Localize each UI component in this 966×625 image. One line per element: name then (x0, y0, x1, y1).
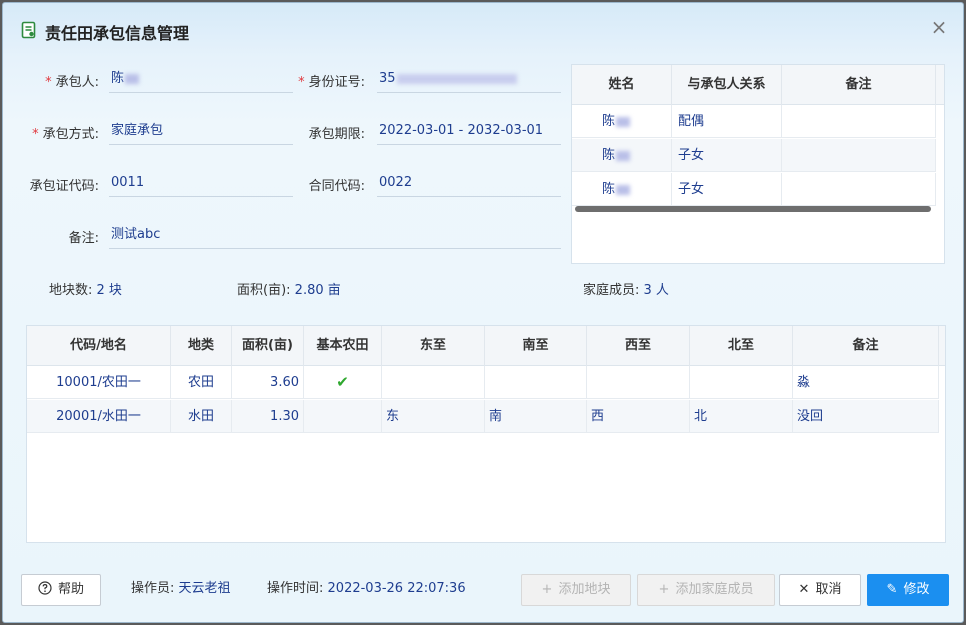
land-remark: 没回 (793, 400, 939, 433)
add-plot-button[interactable]: + 添加地块 (521, 574, 631, 606)
member-name: 陈 (572, 139, 672, 172)
pencil-icon: ✎ (886, 582, 898, 597)
contractor-field[interactable]: 陈 (109, 65, 293, 93)
id-number-label: * 身份证号: (298, 75, 365, 90)
land-south (485, 366, 587, 399)
members-grid-header: 姓名 与承包人关系 备注 (572, 65, 944, 105)
close-icon: ✕ (798, 582, 810, 597)
basic-farmland-check (304, 400, 382, 433)
contract-code-label: 合同代码: (308, 179, 365, 194)
member-relation: 配偶 (672, 105, 782, 138)
member-remark (782, 139, 936, 172)
cert-code-field[interactable]: 0011 (109, 169, 293, 197)
member-remark (782, 173, 936, 206)
column-header-remark[interactable]: 备注 (793, 326, 939, 366)
help-button[interactable]: 帮助 (21, 574, 101, 606)
member-relation: 子女 (672, 173, 782, 206)
column-header-name[interactable]: 姓名 (572, 65, 672, 105)
remark-field[interactable]: 测试abc (109, 221, 561, 249)
cancel-button[interactable]: ✕ 取消 (779, 574, 861, 606)
edit-button[interactable]: ✎ 修改 (867, 574, 949, 606)
add-family-member-button[interactable]: + 添加家庭成员 (637, 574, 775, 606)
member-name: 陈 (572, 105, 672, 138)
cert-code-label: 承包证代码: (29, 179, 99, 194)
family-count-summary: 家庭成员: 3 人 (583, 283, 669, 298)
land-remark: 淼 (793, 366, 939, 399)
method-label: * 承包方式: (32, 127, 99, 142)
contract-dialog: 责任田承包信息管理 × * 承包人: 陈 * 身份证号: 35 * 承包方式: 家庭承… (2, 2, 964, 623)
land-west: 西 (587, 400, 690, 433)
dialog-footer: 帮助 操作员: 天云老祖 操作时间: 2022-03-26 22:07:36 +… (3, 569, 963, 613)
land-type: 水田 (171, 400, 232, 433)
remark-label: 备注: (68, 231, 99, 246)
land-north (690, 366, 793, 399)
column-header-west[interactable]: 西至 (587, 326, 690, 366)
land-plots-grid: 代码/地名 地类 面积(亩) 基本农田 东至 南至 西至 北至 备注 10001… (26, 325, 946, 543)
column-header-code[interactable]: 代码/地名 (27, 326, 171, 366)
land-west (587, 366, 690, 399)
member-row[interactable]: 陈 子女 (572, 173, 936, 206)
land-east: 东 (382, 400, 485, 433)
column-header-north[interactable]: 北至 (690, 326, 793, 366)
column-header-remark[interactable]: 备注 (782, 65, 936, 105)
document-icon (21, 21, 36, 39)
help-circle-icon (38, 581, 52, 595)
dialog-title: 责任田承包信息管理 (45, 24, 190, 43)
plot-count-summary: 地块数: 2 块 (49, 283, 122, 298)
checkmark-icon: ✔ (336, 373, 349, 391)
contractor-label: * 承包人: (45, 75, 99, 90)
close-icon[interactable]: × (929, 17, 949, 37)
column-header-south[interactable]: 南至 (485, 326, 587, 366)
land-code: 10001/农田一 (27, 366, 171, 399)
id-number-field[interactable]: 35 (377, 65, 561, 93)
land-row[interactable]: 10001/农田一 农田 3.60 ✔ 淼 (27, 366, 939, 399)
land-row[interactable]: 20001/水田一 水田 1.30 东 南 西 北 没回 (27, 400, 939, 433)
period-label: 承包期限: (308, 127, 365, 142)
land-area: 3.60 (232, 366, 304, 399)
land-east (382, 366, 485, 399)
family-members-grid: 姓名 与承包人关系 备注 陈 配偶 陈 子女 陈 子女 (571, 64, 945, 264)
column-header-east[interactable]: 东至 (382, 326, 485, 366)
member-relation: 子女 (672, 139, 782, 172)
member-remark (782, 105, 936, 138)
member-row[interactable]: 陈 配偶 (572, 105, 936, 138)
column-header-relation[interactable]: 与承包人关系 (672, 65, 782, 105)
basic-farmland-check: ✔ (304, 366, 382, 399)
land-area: 1.30 (232, 400, 304, 433)
operation-time-info: 操作时间: 2022-03-26 22:07:36 (267, 581, 466, 596)
operator-info: 操作员: 天云老祖 (131, 581, 231, 596)
period-field[interactable]: 2022-03-01 - 2032-03-01 (377, 117, 561, 145)
plus-icon: + (541, 582, 553, 597)
land-north: 北 (690, 400, 793, 433)
plus-icon: + (658, 582, 670, 597)
member-row[interactable]: 陈 子女 (572, 139, 936, 172)
member-name: 陈 (572, 173, 672, 206)
area-summary: 面积(亩): 2.80 亩 (237, 283, 341, 298)
land-code: 20001/水田一 (27, 400, 171, 433)
method-field[interactable]: 家庭承包 (109, 117, 293, 145)
column-header-basic[interactable]: 基本农田 (304, 326, 382, 366)
land-type: 农田 (171, 366, 232, 399)
horizontal-scrollbar[interactable] (575, 206, 931, 212)
column-header-area[interactable]: 面积(亩) (232, 326, 304, 366)
land-grid-header: 代码/地名 地类 面积(亩) 基本农田 东至 南至 西至 北至 备注 (27, 326, 945, 366)
column-header-type[interactable]: 地类 (171, 326, 232, 366)
land-south: 南 (485, 400, 587, 433)
dialog-titlebar: 责任田承包信息管理 × (3, 3, 963, 59)
contract-code-field[interactable]: 0022 (377, 169, 561, 197)
